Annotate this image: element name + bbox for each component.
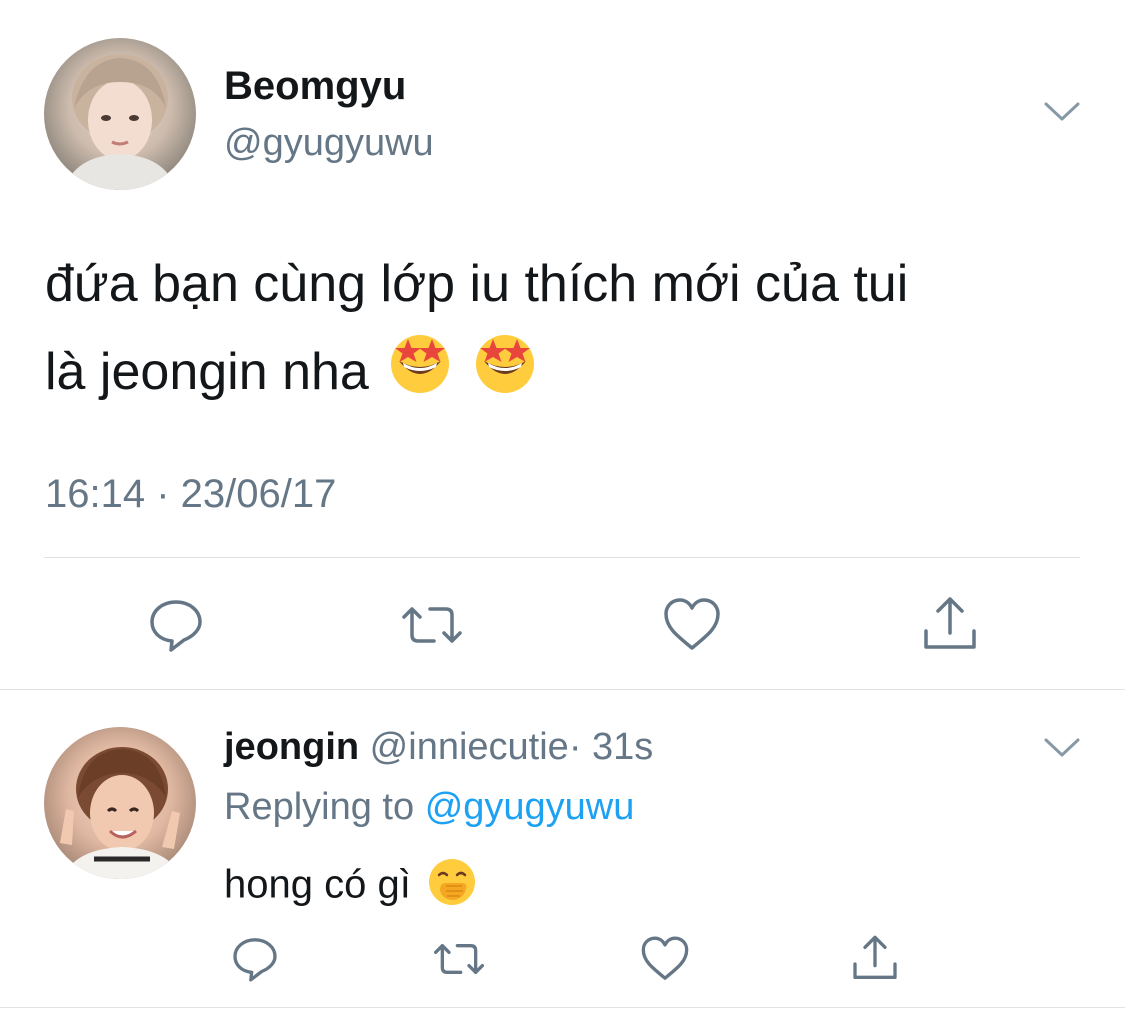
user-handle[interactable]: @gyugyuwu <box>224 122 434 165</box>
reply-display-name[interactable]: jeongin <box>224 726 359 768</box>
replying-to: Replying to @gyugyuwu <box>224 786 634 829</box>
share-icon[interactable] <box>850 934 900 984</box>
face-with-hand-over-mouth-emoji <box>426 856 478 918</box>
star-struck-emoji <box>472 329 538 422</box>
divider <box>0 1007 1125 1008</box>
replying-to-label: Replying to <box>224 786 415 828</box>
chevron-down-icon[interactable] <box>1042 736 1082 760</box>
avatar-beomgyu[interactable] <box>44 38 196 190</box>
tweet-text-line-2-text: là jeongin nha <box>45 343 369 401</box>
reply-text: hong có gì <box>224 856 478 918</box>
chevron-down-icon[interactable] <box>1042 100 1082 124</box>
reply-icon[interactable] <box>146 595 206 655</box>
avatar-photo-beomgyu <box>64 54 176 190</box>
star-struck-emoji <box>387 329 453 422</box>
tweet-text-line-1: đứa bạn cùng lớp iu thích mới của tui <box>45 255 909 313</box>
divider <box>0 689 1125 690</box>
tweet-timestamp[interactable]: 16:14 · 23/06/17 <box>45 472 336 517</box>
retweet-icon[interactable] <box>402 595 462 655</box>
like-icon[interactable] <box>662 595 722 655</box>
avatar-jeongin[interactable] <box>44 727 196 879</box>
reply-header: jeongin @inniecutie· 31s <box>224 726 653 769</box>
reply-icon[interactable] <box>230 934 280 984</box>
tweet-text-line-2: là jeongin nha <box>45 328 1085 422</box>
retweet-icon[interactable] <box>434 934 484 984</box>
reply-time: · 31s <box>568 726 654 768</box>
like-icon[interactable] <box>640 934 690 984</box>
divider <box>44 557 1080 558</box>
reply-text-content: hong có gì <box>224 862 411 907</box>
tweet-text: đứa bạn cùng lớp iu thích mới của tui là… <box>45 240 1085 422</box>
replying-to-mention[interactable]: @gyugyuwu <box>425 786 635 828</box>
reply-handle[interactable]: @inniecutie <box>370 726 569 768</box>
avatar-photo-jeongin <box>60 747 182 879</box>
share-icon[interactable] <box>920 595 980 655</box>
display-name[interactable]: Beomgyu <box>224 64 406 109</box>
